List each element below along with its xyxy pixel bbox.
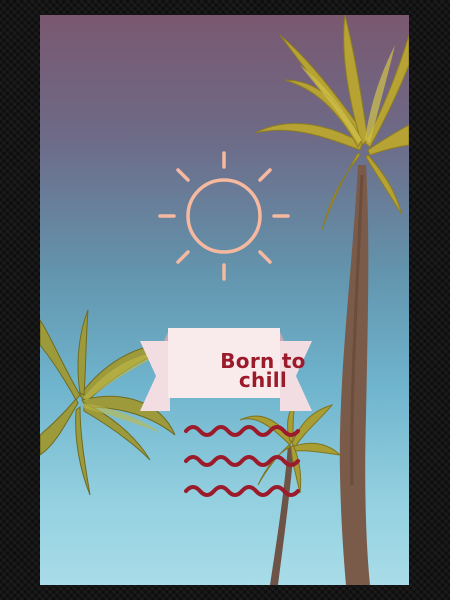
poster: Born to chill: [40, 15, 409, 585]
waves-icon: [184, 425, 300, 497]
